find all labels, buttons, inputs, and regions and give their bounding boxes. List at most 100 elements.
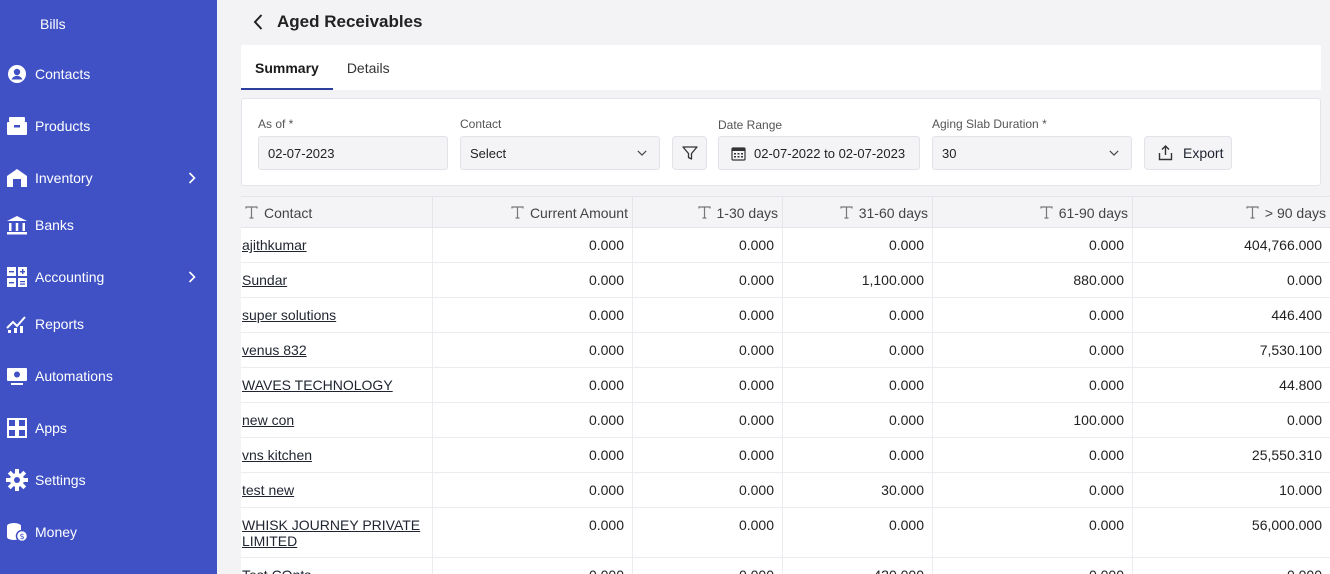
tab-bar: Summary Details: [241, 45, 1321, 90]
column-header-over-90-days[interactable]: > 90 days: [1133, 197, 1330, 228]
amount-cell: 56,000.000: [1251, 517, 1322, 533]
contact-link[interactable]: Test COnts: [241, 558, 433, 574]
amount-cell: 0.000: [433, 403, 633, 437]
contact-link[interactable]: test new: [241, 473, 433, 507]
table-row: ajithkumar 0.000 0.000 0.000 0.000 404,766.00…: [241, 228, 1330, 263]
amount-cell: 0.000: [783, 333, 933, 367]
gear-icon: [6, 469, 28, 491]
amount-cell: 0.000: [433, 368, 633, 402]
tab-details[interactable]: Details: [333, 45, 404, 90]
amount-cell: 10.000: [1279, 482, 1322, 498]
contact-link[interactable]: super solutions: [241, 298, 433, 332]
table-row: test new 0.000 0.000 30.000 0.000 10.000: [241, 473, 1330, 508]
sidebar-item-settings[interactable]: Settings: [0, 460, 217, 500]
amount-cell: 420.000: [783, 558, 933, 574]
as-of-date-input[interactable]: 02-07-2023: [258, 136, 448, 170]
column-header-1-30-days[interactable]: 1-30 days: [633, 197, 783, 228]
amount-cell: 0.000: [933, 368, 1133, 402]
amount-cell: 0.000: [633, 228, 783, 262]
amount-cell: 0.000: [783, 508, 933, 557]
aging-slab-label: Aging Slab Duration *: [932, 117, 1047, 131]
contact-link[interactable]: WAVES TECHNOLOGY: [241, 368, 433, 402]
sidebar-item-automations[interactable]: Automations: [0, 356, 217, 396]
amount-cell: 0.000: [1286, 412, 1322, 428]
amount-cell: 0.000: [633, 368, 783, 402]
tab-summary[interactable]: Summary: [241, 45, 333, 90]
column-header-current-amount[interactable]: Current Amount: [433, 197, 633, 228]
amount-cell: 30.000: [783, 473, 933, 507]
sidebar-item-label: Banks: [35, 217, 74, 233]
contact-link[interactable]: vns kitchen: [241, 438, 433, 472]
sidebar-item-bills[interactable]: Bills: [40, 16, 66, 32]
text-type-icon: [1040, 206, 1053, 219]
contact-link[interactable]: ajithkumar: [241, 228, 433, 262]
sidebar-item-products[interactable]: Products: [0, 106, 217, 146]
page-header: Aged Receivables: [241, 0, 1330, 44]
contact-link[interactable]: WHISK JOURNEY PRIVATE LIMITED: [241, 508, 433, 557]
sidebar-item-label: Accounting: [35, 269, 105, 285]
warehouse-icon: [6, 167, 28, 189]
chevron-left-icon: [253, 14, 263, 30]
filter-panel: As of * 02-07-2023 Contact Select Date R…: [241, 98, 1321, 186]
table-row: Sundar 0.000 0.000 1,100.000 880.000 0.000: [241, 263, 1330, 298]
chevron-right-icon: [186, 271, 198, 283]
sidebar-item-money[interactable]: $ Money: [0, 512, 217, 552]
amount-cell: 100.000: [933, 403, 1133, 437]
contact-select-value: Select: [470, 145, 507, 161]
grid-icon: [6, 417, 28, 439]
aged-receivables-table: Contact Current Amount 1-30 days 31-60 d…: [241, 196, 1330, 574]
date-range-label: Date Range: [718, 118, 783, 132]
sidebar-item-label: Reports: [35, 316, 85, 332]
amount-cell: 0.000: [633, 403, 783, 437]
amount-cell: 1,100.000: [783, 263, 933, 297]
export-label: Export: [1183, 145, 1224, 161]
page-title: Aged Receivables: [277, 12, 423, 31]
sidebar-item-reports[interactable]: Reports: [0, 304, 217, 344]
column-header-31-60-days[interactable]: 31-60 days: [783, 197, 933, 228]
text-type-icon: [1246, 206, 1259, 219]
sidebar-item-contacts[interactable]: Contacts: [0, 54, 217, 94]
amount-cell: 0.000: [783, 228, 933, 262]
back-button[interactable]: [243, 7, 273, 37]
sidebar-item-apps[interactable]: Apps: [0, 408, 217, 448]
amount-cell: 0.000: [433, 438, 633, 472]
contact-link[interactable]: venus 832: [241, 333, 433, 367]
text-type-icon: [697, 206, 711, 219]
table-row: vns kitchen 0.000 0.000 0.000 0.000 25,550.31…: [241, 438, 1330, 473]
amount-cell: 0.000: [633, 473, 783, 507]
amount-cell: 0.000: [783, 438, 933, 472]
contact-label: Contact: [460, 117, 502, 131]
amount-cell: 0.000: [933, 473, 1133, 507]
aging-slab-value: 30: [942, 145, 957, 161]
contact-select[interactable]: Select: [460, 136, 660, 170]
table-row: WAVES TECHNOLOGY 0.000 0.000 0.000 0.000 44.8…: [241, 368, 1330, 403]
column-header-61-90-days[interactable]: 61-90 days: [933, 197, 1133, 228]
filter-icon: [681, 146, 698, 160]
table-row: Test COnts0.0000.000420.0000.0000.000: [241, 558, 1330, 574]
table-body: ajithkumar 0.000 0.000 0.000 0.000 404,766.00…: [241, 228, 1330, 574]
sidebar-item-accounting[interactable]: Accounting: [0, 257, 217, 297]
export-button[interactable]: Export: [1144, 136, 1232, 170]
sidebar: Bills Contacts Products Inventory Banks …: [0, 0, 217, 574]
amount-cell: 0.000: [633, 508, 783, 557]
amount-cell: 0.000: [433, 298, 633, 332]
filter-button[interactable]: [672, 136, 707, 170]
amount-cell: 0.000: [783, 298, 933, 332]
aging-slab-select[interactable]: 30: [932, 136, 1132, 170]
amount-cell: 0.000: [433, 508, 633, 557]
amount-cell: 0.000: [433, 473, 633, 507]
date-range-value: 02-07-2022 to 02-07-2023: [754, 145, 906, 161]
sidebar-item-inventory[interactable]: Inventory: [0, 158, 217, 198]
contact-link[interactable]: new con: [241, 403, 433, 437]
column-header-contact[interactable]: Contact: [241, 197, 433, 228]
contact-link[interactable]: Sundar: [241, 263, 433, 297]
amount-cell: 0.000: [933, 298, 1133, 332]
sidebar-item-banks[interactable]: Banks: [0, 205, 217, 245]
amount-cell: 7,530.100: [1259, 342, 1322, 358]
date-range-picker[interactable]: 02-07-2022 to 02-07-2023: [718, 136, 920, 170]
column-label: Contact: [264, 204, 313, 221]
chevron-down-icon: [1109, 150, 1119, 156]
amount-cell: 0.000: [433, 228, 633, 262]
table-row: venus 832 0.000 0.000 0.000 0.000 7,530.100: [241, 333, 1330, 368]
bank-icon: [6, 214, 28, 236]
